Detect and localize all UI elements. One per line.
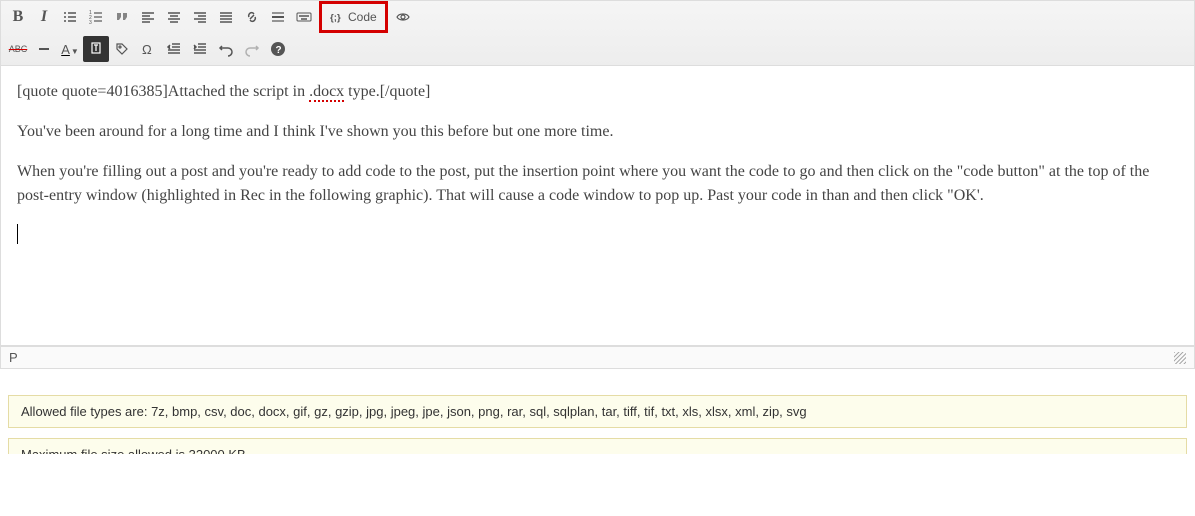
redo-button[interactable] — [239, 36, 265, 62]
italic-button[interactable]: I — [31, 4, 57, 30]
toolbar-row-1: B I 123 {;} Code — [1, 1, 1194, 33]
bold-button[interactable]: B — [5, 4, 31, 30]
editor-status-bar: P — [0, 346, 1195, 369]
editor-toolbar: B I 123 {;} Code ABC A▼ Ω ? — [0, 0, 1195, 66]
max-filesize-notice: Maximum file size allowed is 32000 KB — [8, 438, 1187, 454]
hr-icon[interactable] — [265, 4, 291, 30]
format-paste-button[interactable] — [83, 36, 109, 62]
svg-text:3: 3 — [89, 20, 92, 25]
code-button-label: Code — [348, 10, 377, 24]
align-left-button[interactable] — [135, 4, 161, 30]
editor-caret-line — [17, 224, 1178, 248]
preview-icon[interactable] — [390, 4, 416, 30]
editor-paragraph-1: [quote quote=4016385]Attached the script… — [17, 80, 1178, 104]
align-right-button[interactable] — [187, 4, 213, 30]
align-justify-button[interactable] — [213, 4, 239, 30]
editor-paragraph-2: You've been around for a long time and I… — [17, 120, 1178, 144]
spellcheck-button[interactable]: ABC — [5, 36, 31, 62]
svg-text:?: ? — [276, 45, 282, 56]
tag-icon[interactable] — [109, 36, 135, 62]
editor-content-area[interactable]: [quote quote=4016385]Attached the script… — [0, 66, 1195, 346]
hr-button-2[interactable] — [31, 36, 57, 62]
font-color-button[interactable]: A▼ — [57, 36, 83, 62]
ordered-list-button[interactable]: 123 — [83, 4, 109, 30]
allowed-filetypes-notice: Allowed file types are: 7z, bmp, csv, do… — [8, 395, 1187, 428]
omega-icon[interactable]: Ω — [135, 36, 161, 62]
toolbar-row-2: ABC A▼ Ω ? — [1, 33, 1194, 65]
resize-handle[interactable] — [1174, 352, 1186, 364]
unordered-list-button[interactable] — [57, 4, 83, 30]
keyboard-icon[interactable] — [291, 4, 317, 30]
quote-icon[interactable] — [109, 4, 135, 30]
align-center-button[interactable] — [161, 4, 187, 30]
svg-text:{;}: {;} — [330, 13, 341, 24]
text-caret — [17, 224, 18, 244]
indent-button[interactable] — [187, 36, 213, 62]
link-icon[interactable] — [239, 4, 265, 30]
outdent-button[interactable] — [161, 36, 187, 62]
code-button[interactable]: {;} Code — [324, 4, 383, 30]
help-icon[interactable]: ? — [265, 36, 291, 62]
undo-button[interactable] — [213, 36, 239, 62]
element-path[interactable]: P — [9, 350, 18, 365]
editor-paragraph-3: When you're filling out a post and you'r… — [17, 160, 1178, 208]
spellcheck-error: .docx — [309, 83, 344, 102]
code-button-highlight: {;} Code — [319, 1, 388, 33]
svg-text:Ω: Ω — [142, 42, 152, 57]
